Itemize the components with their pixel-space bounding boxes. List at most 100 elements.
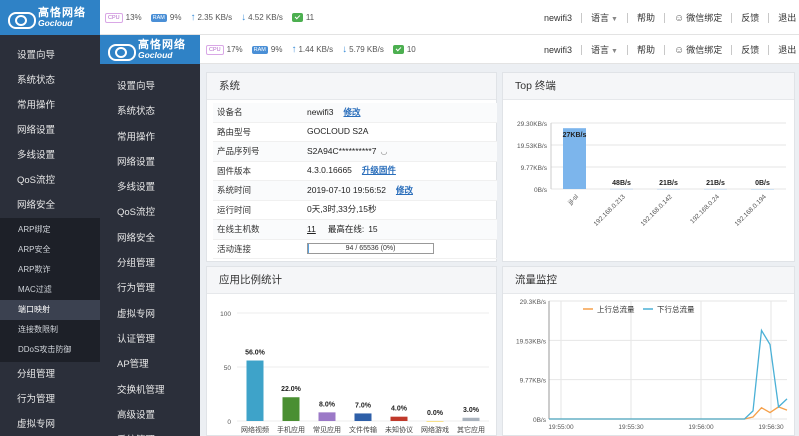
main-sidebar: 设置向导 系统状态 常用操作 网络设置 多线设置 QoS流控 网络安全 分组管理 行为管理 虚拟专… <box>100 64 200 436</box>
sidebar-item[interactable]: QoS流控 <box>0 168 100 193</box>
header-stats: CPU 13% RAM 9% ↑ 2.35 KB/s ↓ 4.52 KB/s 11 <box>105 12 323 23</box>
sidebar-item[interactable]: AP管理 <box>100 352 200 377</box>
sidebar-item[interactable]: 高级设置 <box>100 403 200 428</box>
bar <box>354 413 372 421</box>
wechat-bind-link[interactable]: ☺ 微信绑定 <box>674 43 722 56</box>
uptime-value: 0天,3时,33分,15秒 <box>307 204 377 214</box>
foreground-logo-area: 高恪网络 Gocloud <box>100 35 200 64</box>
table-row: 运行时间 0天,3时,33分,15秒 <box>213 201 497 220</box>
brand-logo[interactable]: 高恪网络 Gocloud <box>108 40 186 61</box>
bar-value-label: 3.0% <box>463 407 480 414</box>
help-link[interactable]: 帮助 <box>637 11 655 24</box>
x-tick-label: 192.168.0.142 <box>640 193 675 228</box>
cpu-icon: CPU <box>105 12 123 23</box>
feedback-link[interactable]: 反馈 <box>741 43 759 56</box>
feedback-link[interactable]: 反馈 <box>741 11 759 24</box>
system-panel-title: 系统 <box>207 73 496 100</box>
sidebar-item[interactable]: 交换机管理 <box>100 378 200 403</box>
y-tick-label: 0 <box>227 419 231 426</box>
sidebar-subitem[interactable]: 端口映射 <box>0 300 100 320</box>
bar-value-label: 0B/s <box>755 180 770 187</box>
bar-value-label: 22.0% <box>281 386 302 393</box>
sidebar-item[interactable]: 常用操作 <box>100 125 200 150</box>
cpu-usage: 17% <box>226 45 243 54</box>
edit-device-name-link[interactable]: 修改 <box>343 103 360 123</box>
brand-name-en: Gocloud <box>38 18 73 28</box>
table-row: 产品序列号 S2A94C**********7 ◡ <box>213 142 497 162</box>
serial-value: S2A94C**********7 <box>307 145 377 156</box>
y-tick-label: 9.77KB/s <box>521 165 548 172</box>
sidebar-subitem[interactable]: ARP安全 <box>0 240 100 260</box>
bar <box>390 416 408 421</box>
sidebar-subitem[interactable]: ARP绑定 <box>0 220 100 240</box>
sidebar-item[interactable]: 虚拟专网 <box>0 412 100 436</box>
sidebar-item[interactable]: 网络设置 <box>100 150 200 175</box>
upgrade-firmware-link[interactable]: 升级固件 <box>362 161 396 181</box>
edit-system-time-link[interactable]: 修改 <box>396 181 413 201</box>
sidebar-item[interactable]: 系统状态 <box>0 68 100 93</box>
sidebar-item[interactable]: 行为管理 <box>0 387 100 412</box>
sidebar-item[interactable]: QoS流控 <box>100 200 200 225</box>
y-tick-label: 19.53KB/s <box>516 338 547 345</box>
sidebar-item[interactable]: 网络设置 <box>0 118 100 143</box>
brand-logo[interactable]: 高恪网络 Gocloud <box>8 8 86 29</box>
x-tick-label: 192.168.0.194 <box>734 193 769 228</box>
download-arrow-icon: ↓ <box>342 44 348 55</box>
y-tick-label: 29.30KB/s <box>517 121 548 128</box>
language-menu[interactable]: 语言 ▼ <box>591 43 618 56</box>
table-row: 系统时间 2019-07-10 19:56:52 修改 <box>213 181 497 201</box>
sidebar-subitem[interactable]: ARP欺诈 <box>0 260 100 280</box>
sidebar-item[interactable]: 多线设置 <box>0 143 100 168</box>
wechat-icon: ☺ <box>673 13 685 24</box>
sidebar-item[interactable]: 分组管理 <box>100 251 200 276</box>
sidebar-item[interactable]: 网络安全 <box>0 193 100 218</box>
sidebar-subitem[interactable]: 连接数限制 <box>0 320 100 340</box>
bar-value-label: 8.0% <box>319 401 336 408</box>
traffic-monitor-title: 流量监控 <box>503 267 794 294</box>
sidebar-item[interactable]: 系统状态 <box>100 99 200 124</box>
ram-usage: 9% <box>169 13 182 22</box>
online-hosts-link[interactable]: 11 <box>307 220 316 240</box>
sidebar-item[interactable]: 认证管理 <box>100 327 200 352</box>
app-stats-title: 应用比例统计 <box>207 267 496 294</box>
model-value: GOCLOUD S2A <box>307 126 369 136</box>
top-terminals-panel: Top 终端 29.30KB/s 19.53KB/s 9.77KB/s 0B/s 27K… <box>502 72 795 262</box>
ram-usage: 9% <box>270 45 283 54</box>
table-row: 活动连接 94 / 65536 (0%) <box>213 240 497 259</box>
app-stats-panel: 应用比例统计 100 50 0 56.0% 网络视频 22.0% 手机应用 8.0% 常见应用 7… <box>206 266 497 436</box>
top-terminals-title: Top 终端 <box>503 73 794 100</box>
bar-value-label: 21B/s <box>706 180 725 187</box>
wechat-bind-link[interactable]: ☺ 微信绑定 <box>674 11 722 24</box>
x-tick-label: 192.168.0.24 <box>689 193 721 225</box>
show-serial-eye-icon[interactable]: ◡ <box>380 142 387 162</box>
help-link[interactable]: 帮助 <box>637 43 655 56</box>
sidebar-item[interactable]: 行为管理 <box>100 276 200 301</box>
logout-link[interactable]: 退出 <box>778 43 796 56</box>
sidebar-item[interactable]: 网络安全 <box>100 226 200 251</box>
sidebar-subitem[interactable]: DDoS攻击防御 <box>0 340 100 360</box>
online-devices-icon <box>392 45 404 54</box>
sidebar-item[interactable]: 设置向导 <box>100 74 200 99</box>
device-name-label: newifi3 <box>544 44 573 55</box>
sidebar-item[interactable]: 多线设置 <box>100 175 200 200</box>
online-devices-count: 11 <box>305 13 315 22</box>
logout-link[interactable]: 退出 <box>778 11 796 24</box>
bar <box>426 421 444 422</box>
header-nav: newifi3 语言 ▼ 帮助 ☺ 微信绑定 反馈 退出 <box>544 43 796 56</box>
table-row: 在线主机数 11 最高在线: 15 <box>213 220 497 240</box>
sidebar-item[interactable]: 常用操作 <box>0 93 100 118</box>
sidebar-item[interactable]: 系统管理 <box>100 428 200 436</box>
download-rate: 5.79 KB/s <box>349 45 384 54</box>
brand-name-en: Gocloud <box>138 50 173 60</box>
sidebar-item[interactable]: 分组管理 <box>0 362 100 387</box>
background-logo-area: 高恪网络 Gocloud <box>0 0 100 35</box>
sidebar-item[interactable]: 虚拟专网 <box>100 302 200 327</box>
traffic-monitor-panel: 流量监控 29.3KB/s 19.53KB/s 9.77KB/s 0B/s 19:55:… <box>502 266 795 436</box>
sidebar-subitem[interactable]: MAC过滤 <box>0 280 100 300</box>
header-nav: newifi3 语言 ▼ 帮助 ☺ 微信绑定 反馈 退出 <box>544 11 796 24</box>
bar-value-label: 48B/s <box>612 180 631 187</box>
device-name-value: newifi3 <box>307 106 334 117</box>
language-menu[interactable]: 语言 ▼ <box>591 11 618 24</box>
sidebar-item[interactable]: 设置向导 <box>0 43 100 68</box>
x-tick-label: 网络游戏 <box>421 425 449 434</box>
